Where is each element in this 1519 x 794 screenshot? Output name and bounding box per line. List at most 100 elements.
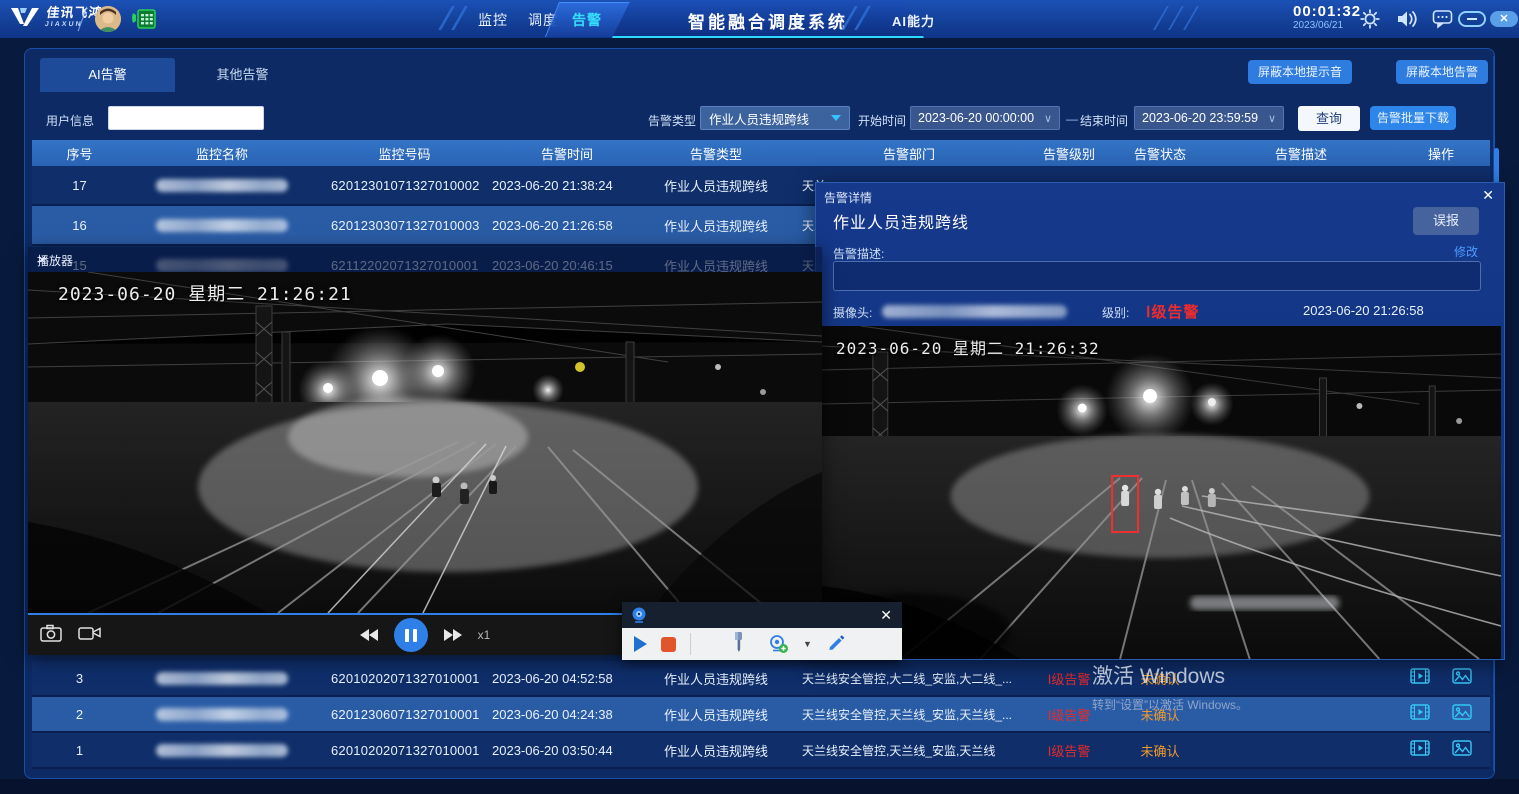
dialpad-phone-icon[interactable] — [130, 7, 156, 36]
monitor-name-redacted — [156, 179, 288, 192]
stop-icon[interactable] — [661, 637, 676, 652]
column-header[interactable]: 告警级别 — [1028, 144, 1110, 163]
tab-ai-alarm[interactable]: AI告警 — [40, 58, 175, 92]
cell-seq: 2 — [32, 707, 127, 722]
pencil-icon[interactable] — [826, 632, 845, 656]
alarm-desc-input[interactable] — [833, 261, 1481, 291]
tab-other-alarm[interactable]: 其他告警 — [175, 58, 310, 92]
snapshot-camera-icon[interactable] — [40, 624, 62, 647]
rewind-button[interactable] — [360, 629, 378, 641]
user-info-input[interactable] — [108, 106, 264, 130]
video1-timestamp-osd: 2023-06-20 星期二 21:26:21 — [58, 280, 352, 306]
end-time-label: 结束时间 — [1080, 112, 1128, 129]
row-image-icon[interactable] — [1452, 704, 1472, 725]
row-video-icon[interactable] — [1410, 740, 1430, 761]
cell-alarm-level: Ⅰ级告警 — [1028, 705, 1110, 724]
column-header[interactable]: 告警状态 — [1110, 144, 1210, 163]
cell-monitor-name — [127, 672, 317, 685]
row-video-icon[interactable] — [1410, 668, 1430, 689]
capture-toolbar: ▼ — [622, 628, 902, 660]
pause-button[interactable] — [394, 618, 428, 652]
player-close-icon[interactable]: ✕ — [37, 252, 808, 268]
bottom-strip — [0, 779, 1519, 794]
false-alarm-button[interactable]: 误报 — [1413, 207, 1479, 235]
column-header[interactable]: 告警类型 — [642, 144, 790, 163]
level-label: 级别: — [1102, 304, 1129, 321]
decor-slash — [451, 6, 468, 30]
alarm-type-value: 作业人员违规跨线 — [709, 109, 809, 128]
column-header[interactable]: 告警时间 — [492, 144, 642, 163]
play-icon[interactable] — [634, 636, 647, 652]
alarm-snapshot-video[interactable] — [821, 326, 1501, 659]
nav-alarm[interactable]: 告警 — [572, 10, 602, 30]
cell-seq: 1 — [32, 743, 127, 758]
gear-icon[interactable] — [1360, 9, 1380, 34]
column-header[interactable]: 监控号码 — [317, 144, 492, 163]
player-video[interactable] — [28, 272, 822, 613]
chat-icon[interactable] — [1432, 9, 1453, 34]
cell-alarm-level: Ⅰ级告警 — [1028, 741, 1110, 760]
nav-monitor[interactable]: 监控 — [478, 10, 508, 30]
batch-download-button[interactable]: 告警批量下载 — [1370, 106, 1456, 130]
column-header[interactable]: 序号 — [32, 144, 127, 163]
monitor-name-redacted — [156, 744, 288, 757]
column-header[interactable]: 监控名称 — [127, 144, 317, 163]
level-value: Ⅰ级告警 — [1146, 301, 1199, 322]
close-button[interactable]: ✕ — [1490, 11, 1518, 27]
cell-alarm-type: 作业人员违规跨线 — [642, 176, 790, 195]
record-camcorder-icon[interactable] — [78, 624, 102, 647]
playback-speed: x1 — [478, 628, 491, 642]
table-row[interactable]: 3 620102020713270100012023-06-20 04:52:58… — [32, 661, 1490, 697]
mute-local-alarm-button[interactable]: 屏蔽本地告警 — [1396, 60, 1488, 84]
row-image-icon[interactable] — [1452, 740, 1472, 761]
capture-tool-titlebar[interactable]: ✕ — [622, 602, 902, 628]
cell-operations — [1392, 704, 1490, 725]
table-row[interactable]: 1620102020713270100012023-06-20 03:50:44… — [32, 733, 1490, 769]
end-time-value: 2023-06-20 23:59:59 — [1142, 111, 1258, 125]
chevron-down-icon[interactable]: ▼ — [803, 639, 812, 649]
brand-logo: 佳讯飞鸿 JIAXUN — [10, 4, 102, 28]
minimize-button[interactable] — [1458, 11, 1486, 27]
query-button[interactable]: 查询 — [1298, 106, 1360, 131]
end-time-input[interactable]: 2023-06-20 23:59:59 ∨ — [1134, 106, 1284, 130]
modify-link[interactable]: 修改 — [1454, 243, 1478, 260]
cell-alarm-time: 2023-06-20 03:50:44 — [492, 743, 642, 758]
speaker-icon[interactable] — [1396, 9, 1418, 34]
cell-alarm-time: 2023-06-20 04:52:58 — [492, 671, 642, 686]
alarm-type-select[interactable]: 作业人员违规跨线 — [700, 106, 850, 130]
column-header[interactable]: 告警描述 — [1210, 144, 1392, 163]
monitor-name-redacted — [156, 708, 288, 721]
video-watermark-redacted — [1190, 596, 1340, 610]
row-image-icon[interactable] — [1452, 668, 1472, 689]
topbar: 佳讯飞鸿 JIAXUN — [0, 0, 1519, 38]
avatar[interactable] — [95, 6, 121, 32]
webcam-icon — [630, 606, 648, 629]
cell-monitor-code: 62010202071327010001 — [317, 671, 492, 686]
capture-tool-window: ✕ — [622, 602, 902, 660]
webcam-add-icon[interactable] — [769, 634, 789, 654]
clock-time: 00:01:32 — [1293, 3, 1361, 20]
cell-seq: 17 — [32, 178, 127, 193]
cell-seq: 3 — [32, 671, 127, 686]
capture-tool-close-icon[interactable]: ✕ — [880, 607, 892, 623]
column-header[interactable]: 告警部门 — [790, 144, 1028, 163]
table-rows-bottom: 3 620102020713270100012023-06-20 04:52:58… — [32, 661, 1490, 769]
column-header[interactable]: 操作 — [1392, 144, 1490, 163]
cell-alarm-type: 作业人员违规跨线 — [642, 741, 790, 760]
start-time-input[interactable]: 2023-06-20 00:00:00 ∨ — [910, 106, 1060, 130]
cell-alarm-time: 2023-06-20 04:24:38 — [492, 707, 642, 722]
monitor-name-redacted — [156, 219, 288, 232]
detail-close-icon[interactable]: ✕ — [1482, 187, 1494, 203]
row-video-icon[interactable] — [1410, 704, 1430, 725]
detail-alarm-time: 2023-06-20 21:26:58 — [1303, 303, 1424, 318]
app-title: 智能融合调度系统 — [612, 8, 924, 33]
table-row[interactable]: 2620123060713270100012023-06-20 04:24:38… — [32, 697, 1490, 733]
table-header: 序号监控名称监控号码告警时间告警类型告警部门告警级别告警状态告警描述操作 — [32, 140, 1490, 166]
screwdriver-tool-icon[interactable] — [731, 631, 747, 658]
mute-local-tip-button[interactable]: 屏蔽本地提示音 — [1248, 60, 1352, 84]
player-titlebar[interactable]: 播放器 ✕ — [28, 247, 822, 272]
app-window: 佳讯飞鸿 JIAXUN — [0, 0, 1519, 794]
fast-forward-button[interactable] — [444, 629, 462, 641]
nav-ai-capability[interactable]: AI能力 — [892, 11, 935, 30]
decor-slash — [1168, 6, 1184, 30]
